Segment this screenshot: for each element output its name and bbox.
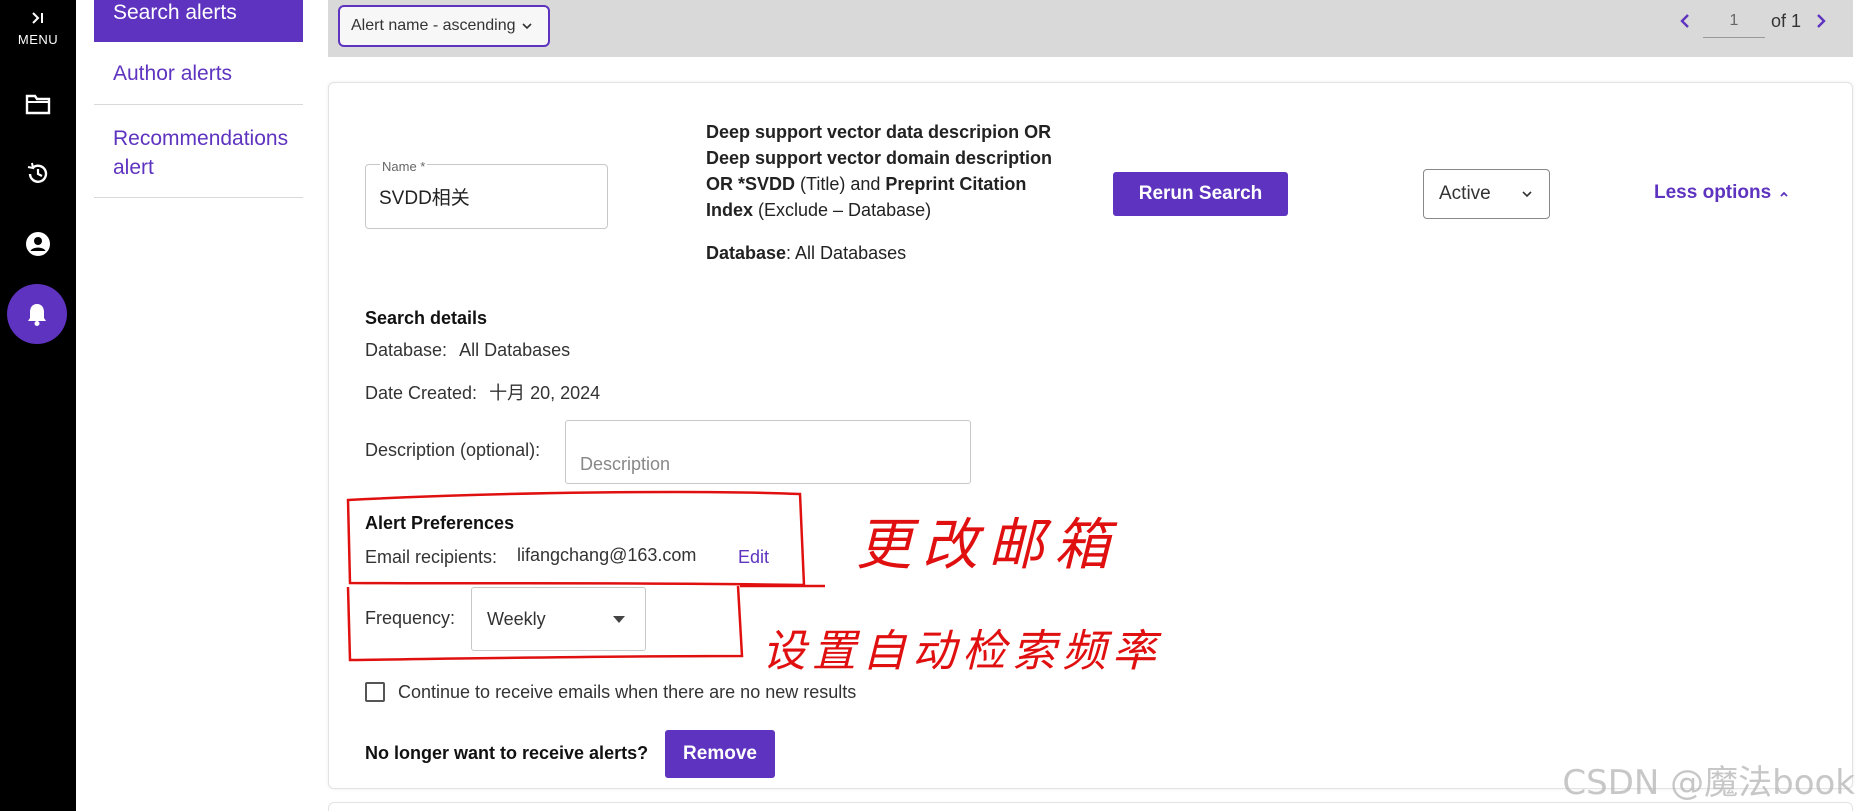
query-database-value: : All Databases — [786, 243, 907, 263]
search-details-date: Date Created: 十月 20, 2024 — [365, 379, 600, 405]
chevron-down-icon — [521, 17, 532, 35]
alert-name-value[interactable]: SVDD相关 — [379, 183, 470, 210]
page-number-input[interactable] — [1702, 4, 1765, 38]
less-options-toggle[interactable]: Less options — [1654, 182, 1789, 204]
email-recipients-label: Email recipients: — [365, 547, 498, 567]
alert-name-label: Name * — [380, 159, 428, 174]
chevron-left-icon — [1680, 14, 1689, 28]
sd-date-value: 十月 20, 2024 — [489, 383, 601, 403]
query-field: (Title) and — [795, 174, 886, 194]
menu-toggle[interactable]: MENU — [0, 10, 76, 47]
continue-emails-label: Continue to receive emails when there ar… — [398, 682, 857, 702]
pagination: of 1 — [1671, 4, 1835, 38]
frequency-select[interactable]: Weekly — [471, 587, 646, 651]
left-rail: MENU — [0, 0, 76, 811]
rerun-search-button[interactable]: Rerun Search — [1113, 172, 1288, 216]
alert-query: Deep support vector data descripion OR D… — [706, 119, 1076, 223]
menu-expand-icon — [0, 10, 76, 30]
sd-database-value: All Databases — [459, 340, 571, 360]
no-longer-label: No longer want to receive alerts? — [365, 743, 649, 763]
alert-status-value: Active — [1439, 183, 1491, 204]
sd-database-label: Database: — [365, 340, 448, 360]
search-details-heading: Search details — [365, 308, 488, 328]
query-database-label: Database — [706, 243, 787, 263]
alerts-subnav: Search alerts Author alerts Recommendati… — [94, 0, 303, 198]
menu-label: MENU — [17, 32, 59, 47]
chevron-right-icon — [1817, 14, 1826, 28]
next-page-button[interactable] — [1807, 4, 1835, 38]
history-icon[interactable] — [0, 154, 76, 194]
subnav-recommendations-alert[interactable]: Recommendations alert — [94, 105, 303, 198]
results-toolbar: Alert name - ascending of 1 — [328, 0, 1853, 57]
caret-down-icon — [613, 616, 625, 623]
frequency-value: Weekly — [487, 608, 546, 629]
chevron-down-icon — [1521, 184, 1533, 210]
remove-alert-button[interactable]: Remove — [665, 730, 775, 778]
subnav-search-alerts[interactable]: Search alerts — [94, 0, 303, 42]
subnav-author-alerts[interactable]: Author alerts — [94, 42, 303, 105]
frequency-label: Frequency: — [365, 608, 456, 628]
less-options-label: Less options — [1654, 182, 1772, 203]
prev-page-button[interactable] — [1671, 4, 1699, 38]
page-count-label: of 1 — [1770, 10, 1801, 31]
sort-select-label: Alert name - ascending — [351, 17, 516, 34]
sort-select[interactable]: Alert name - ascending — [338, 5, 550, 47]
search-details-database: Database: All Databases — [365, 340, 570, 361]
alert-status-select[interactable]: Active — [1423, 169, 1550, 219]
email-recipients-value: lifangchang@163.com — [517, 545, 697, 565]
folder-icon[interactable] — [0, 84, 76, 124]
edit-email-link[interactable]: Edit — [738, 547, 769, 568]
query-database: Database: All Databases — [706, 243, 906, 264]
watermark: CSDN @魔法book — [1562, 763, 1855, 803]
sd-date-label: Date Created: — [365, 383, 478, 403]
bell-icon[interactable] — [7, 284, 67, 344]
chevron-up-icon — [1779, 182, 1789, 204]
description-label: Description (optional): — [365, 440, 541, 460]
alert-preferences-heading: Alert Preferences — [365, 513, 515, 533]
query-exclude: (Exclude – Database) — [753, 200, 932, 220]
account-icon[interactable] — [0, 224, 76, 264]
description-input[interactable] — [565, 420, 971, 484]
continue-emails-checkbox[interactable] — [365, 682, 385, 702]
